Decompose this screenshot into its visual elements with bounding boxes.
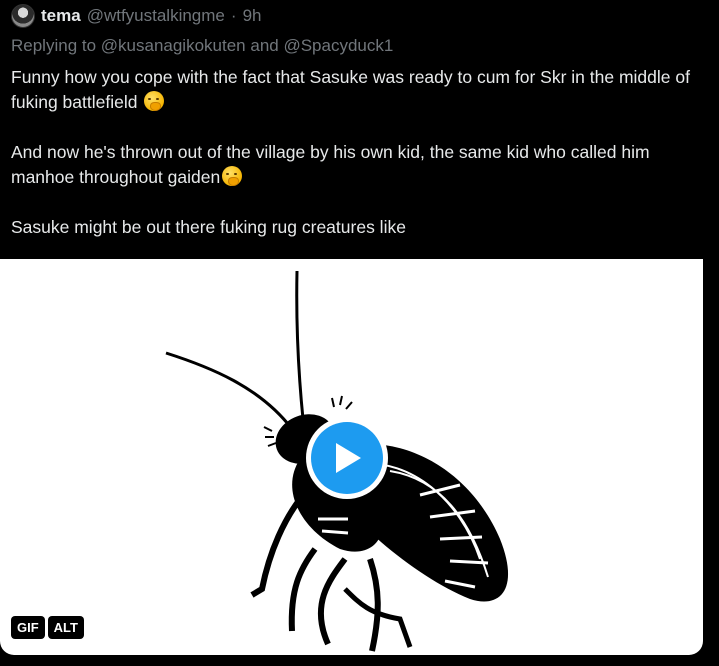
- user-handle[interactable]: @wtfyustalkingme: [87, 6, 225, 26]
- tweet-post: tema @wtfyustalkingme · 9h Replying to @…: [0, 0, 719, 666]
- play-triangle-icon: [336, 443, 361, 473]
- play-icon: [311, 422, 383, 494]
- alt-badge[interactable]: ALT: [47, 616, 84, 639]
- tweet-paragraph-text: Sasuke might be out there fuking rug cre…: [11, 217, 406, 237]
- timestamp[interactable]: 9h: [243, 6, 262, 26]
- replying-to-line: Replying to @kusanagikokuten and @Spacyd…: [11, 36, 393, 56]
- replying-to-prefix: Replying to: [11, 36, 101, 55]
- face-with-hand-over-mouth-emoji-icon: [222, 166, 243, 186]
- play-button[interactable]: [306, 417, 388, 499]
- face-with-hand-over-mouth-emoji-icon: [144, 91, 165, 111]
- tweet-paragraph: Sasuke might be out there fuking rug cre…: [11, 215, 701, 240]
- tweet-text: Funny how you cope with the fact that Sa…: [11, 65, 701, 265]
- mention-link[interactable]: @Spacyduck1: [283, 36, 393, 55]
- tweet-paragraph-text: Funny how you cope with the fact that Sa…: [11, 67, 690, 112]
- page-edge: [703, 0, 719, 666]
- gif-badge: GIF: [11, 616, 45, 639]
- tweet-header: tema @wtfyustalkingme · 9h: [11, 4, 261, 28]
- media-badges: GIF ALT: [11, 616, 84, 639]
- avatar[interactable]: [11, 4, 35, 28]
- tweet-paragraph: Funny how you cope with the fact that Sa…: [11, 65, 701, 115]
- mention-link[interactable]: @kusanagikokuten: [101, 36, 246, 55]
- gif-media[interactable]: GIF ALT: [0, 259, 703, 655]
- display-name[interactable]: tema: [41, 6, 81, 26]
- separator-dot: ·: [230, 6, 237, 25]
- tweet-paragraph: And now he's thrown out of the village b…: [11, 140, 701, 190]
- replying-to-joiner: and: [245, 36, 284, 55]
- tweet-paragraph-text: And now he's thrown out of the village b…: [11, 142, 650, 187]
